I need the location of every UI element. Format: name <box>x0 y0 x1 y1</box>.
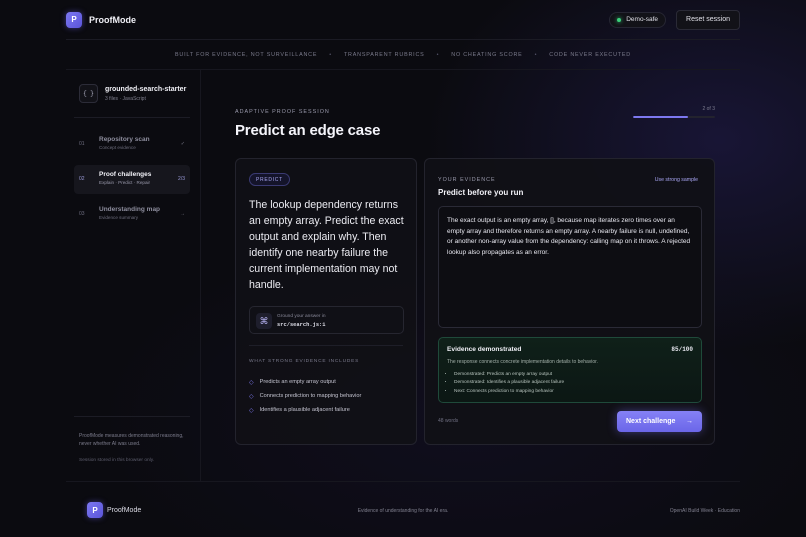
brand[interactable]: P ProofMode <box>66 11 136 28</box>
principle-item: TRANSPARENT RUBRICS <box>343 51 425 58</box>
separator-dot-icon: • <box>436 51 440 58</box>
page-title: Predict an edge case <box>235 122 381 139</box>
list-item: Demonstrated: Identifies a plausible adj… <box>454 379 564 387</box>
command-icon: ⌘ <box>256 313 272 329</box>
evidence-score: 85/100 <box>671 346 693 353</box>
footer-credit: OpenAI Build Week · Education <box>669 508 740 514</box>
step-title: Repository scan <box>99 136 150 143</box>
step-subtitle: Explain · Predict · Repair <box>99 180 151 185</box>
step-subtitle: Evidence summary <box>99 215 139 220</box>
separator-dot-icon: • <box>534 51 538 58</box>
evidence-description: The response connects concrete implement… <box>447 359 598 365</box>
evidence-result-title: Evidence demonstrated <box>447 346 522 353</box>
list-item: ◇ Identifies a plausible adjacent failure <box>249 403 361 417</box>
answer-textarea[interactable]: The exact output is an empty array, [], … <box>438 206 702 328</box>
demo-safe-badge: Demo-safe <box>609 11 667 28</box>
arrow-right-icon: → <box>686 418 693 425</box>
ground-label: Ground your answer in <box>277 314 326 319</box>
next-challenge-button[interactable]: Next challenge → <box>617 411 702 432</box>
sidebar-divider <box>74 416 190 417</box>
principle-item: BUILT FOR EVIDENCE, NOT SURVEILLANCE <box>175 51 318 58</box>
sidebar-item-repository-scan[interactable]: 01 Repository scan Concept evidence ✓ <box>74 130 190 159</box>
top-bar: P ProofMode Demo-safe Reset session <box>66 0 740 40</box>
principle-item: NO CHEATING SCORE <box>451 51 523 58</box>
sidebar-divider <box>74 117 190 118</box>
ground-file-path: src/search.js:1 <box>277 322 326 328</box>
diamond-bullet-icon: ◇ <box>249 407 254 414</box>
check-icon: ✓ <box>180 141 185 147</box>
repo-card: { } grounded-search-starter 3 files · Ja… <box>79 84 186 103</box>
demo-safe-label: Demo-safe <box>626 16 659 23</box>
step-title: Proof challenges <box>99 171 152 178</box>
step-list: 01 Repository scan Concept evidence ✓ 02… <box>74 130 190 235</box>
step-number: 01 <box>79 141 85 147</box>
principles-strip: BUILT FOR EVIDENCE, NOT SURVEILLANCE • T… <box>66 40 740 70</box>
progress-fill <box>633 116 688 118</box>
criteria-text: Connects prediction to mapping behavior <box>259 393 362 399</box>
arrow-right-icon: → <box>180 211 185 217</box>
step-number: 03 <box>79 211 85 217</box>
use-strong-sample-link[interactable]: Use strong sample <box>655 177 698 183</box>
step-progress-count: 2/3 <box>178 176 185 182</box>
evidence-card: YOUR EVIDENCE Predict before you run Use… <box>424 158 715 445</box>
sidebar-item-proof-challenges[interactable]: 02 Proof challenges Explain · Predict · … <box>74 165 190 194</box>
brand-logo: P <box>66 11 82 28</box>
brand-name: ProofMode <box>89 14 136 25</box>
challenge-prompt: The lookup dependency returns an empty a… <box>249 199 404 291</box>
sidebar-footer-note: ProofMode measures demonstrated reasonin… <box>79 433 184 447</box>
step-title: Understanding map <box>99 206 161 213</box>
progress-label: 2 of 3 <box>702 106 715 112</box>
criteria-heading: WHAT STRONG EVIDENCE INCLUDES <box>249 359 360 364</box>
evidence-result-panel: Evidence demonstrated 85/100 The respons… <box>438 337 702 403</box>
footer-tagline: Evidence of understanding for the AI era… <box>357 508 449 514</box>
card-divider <box>249 345 403 346</box>
criteria-text: Identifies a plausible adjacent failure <box>259 407 350 413</box>
diamond-bullet-icon: ◇ <box>249 379 254 386</box>
reset-session-button[interactable]: Reset session <box>676 9 740 30</box>
step-subtitle: Concept evidence <box>99 145 136 150</box>
sidebar-item-understanding-map[interactable]: 03 Understanding map Evidence summary → <box>74 200 190 229</box>
footer: P ProofMode Evidence of understanding fo… <box>66 481 740 537</box>
repo-meta: 3 files · JavaScript <box>105 96 146 102</box>
repo-name: grounded-search-starter <box>105 86 187 93</box>
list-item: ◇ Connects prediction to mapping behavior <box>249 389 361 403</box>
ground-reference: ⌘ Ground your answer in src/search.js:1 <box>249 306 404 334</box>
evidence-items: Demonstrated: Predicts an empty array ou… <box>454 371 564 396</box>
progress-bar <box>633 116 715 118</box>
criteria-list: ◇ Predicts an empty array output ◇ Connect… <box>249 375 361 417</box>
evidence-title: Predict before you run <box>438 188 524 197</box>
status-dot-icon <box>617 17 622 22</box>
list-item: Next: Connects prediction to mapping beh… <box>454 388 564 396</box>
criteria-text: Predicts an empty array output <box>259 379 336 385</box>
list-item: ◇ Predicts an empty array output <box>249 375 361 389</box>
session-eyebrow: ADAPTIVE PROOF SESSION <box>235 109 330 115</box>
evidence-label: YOUR EVIDENCE <box>438 177 496 183</box>
challenge-card: PREDICT The lookup dependency returns an… <box>235 158 417 445</box>
code-braces-icon: { } <box>79 84 98 103</box>
sidebar: { } grounded-search-starter 3 files · Ja… <box>66 70 201 481</box>
separator-dot-icon: • <box>329 51 332 58</box>
next-challenge-label: Next challenge <box>626 418 676 425</box>
challenge-type-badge: PREDICT <box>249 173 290 186</box>
principle-item: CODE NEVER EXECUTED <box>549 51 631 58</box>
diamond-bullet-icon: ◇ <box>249 393 254 400</box>
list-item: Demonstrated: Predicts an empty array ou… <box>454 371 564 379</box>
word-count: 48 words <box>438 418 459 424</box>
session-note: Session stored in this browser only. <box>79 458 155 463</box>
step-number: 02 <box>79 176 85 182</box>
